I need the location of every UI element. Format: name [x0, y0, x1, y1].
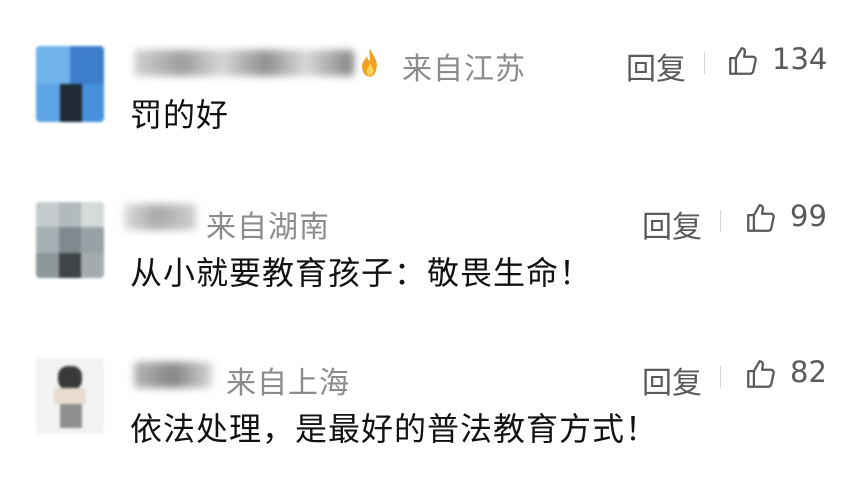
- comment-item: 来自上海 回复 82 依法处理，是最好的普法教育方式！: [0, 0, 864, 481]
- reply-button[interactable]: 回复: [642, 358, 702, 402]
- action-divider: [720, 366, 721, 388]
- comment-text: 依法处理，是最好的普法教育方式！: [130, 410, 659, 448]
- like-count: 82: [790, 355, 827, 389]
- like-button[interactable]: 82: [744, 355, 834, 395]
- thumbs-up-icon: [747, 360, 775, 388]
- username-blurred[interactable]: [134, 362, 212, 388]
- location-label: 来自上海: [226, 366, 350, 401]
- avatar[interactable]: [36, 358, 104, 434]
